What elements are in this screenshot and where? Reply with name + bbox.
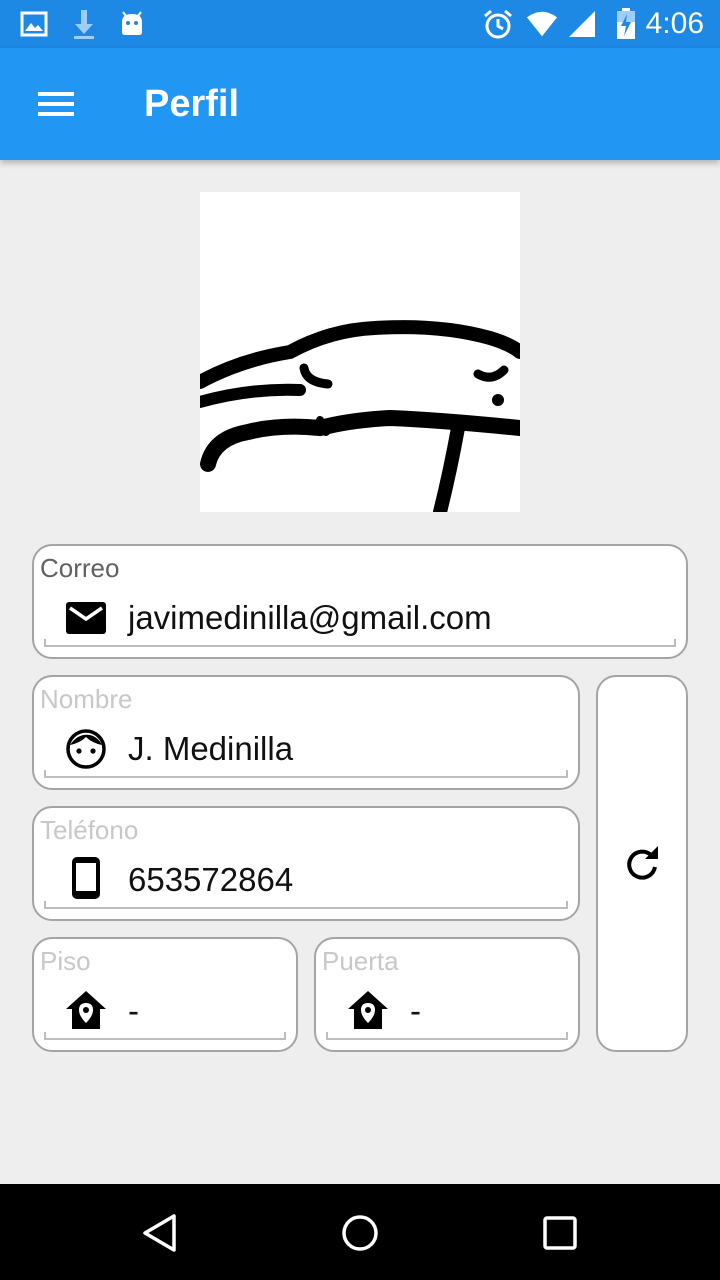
name-label: Nombre [40,684,133,714]
hamburger-menu-icon [38,92,74,96]
hamburger-menu-icon-line [38,102,74,106]
refresh-button[interactable] [596,675,688,1052]
door-underline [326,1032,568,1040]
navigation-bar [0,1184,720,1280]
hamburger-menu-icon-line [38,112,74,116]
phone-value[interactable]: 653572864 [128,858,293,902]
refresh-icon [620,843,664,887]
signal-icon [566,8,598,40]
phone-underline [44,901,568,909]
floor-field[interactable]: Piso - [32,937,298,1052]
status-bar: 4:06 [0,0,720,48]
email-label: Correo [40,553,120,583]
page-title: Perfil [144,83,240,125]
floor-value[interactable]: - [128,989,139,1033]
door-field[interactable]: Puerta - [314,937,580,1052]
app-bar: Perfil [0,48,720,160]
door-value[interactable]: - [410,989,421,1033]
android-icon [116,8,148,40]
email-underline [44,639,676,647]
image-icon [18,8,50,40]
alarm-icon [482,8,514,40]
phone-icon [64,856,108,900]
name-value[interactable]: J. Medinilla [128,727,293,771]
name-field[interactable]: Nombre J. Medinilla [32,675,580,790]
name-underline [44,770,568,778]
door-label: Puerta [322,946,399,976]
home-pin-icon [64,989,108,1033]
home-pin-icon [346,989,390,1033]
home-icon[interactable] [335,1208,385,1258]
status-time: 4:06 [645,7,704,40]
email-value[interactable]: javimedinilla@gmail.com [128,596,492,640]
back-icon[interactable] [136,1208,186,1258]
phone-field[interactable]: Teléfono 653572864 [32,806,580,921]
floor-underline [44,1032,286,1040]
wifi-icon [526,8,558,40]
menu-button[interactable] [28,84,84,124]
recents-icon[interactable] [535,1208,585,1258]
phone-label: Teléfono [40,815,139,845]
mail-icon [64,596,108,640]
profile-avatar[interactable] [200,192,520,512]
email-field[interactable]: Correo javimedinilla@gmail.com [32,544,688,659]
battery-icon [610,8,642,40]
floor-label: Piso [40,946,91,976]
face-icon [64,727,108,771]
download-icon [68,8,100,40]
